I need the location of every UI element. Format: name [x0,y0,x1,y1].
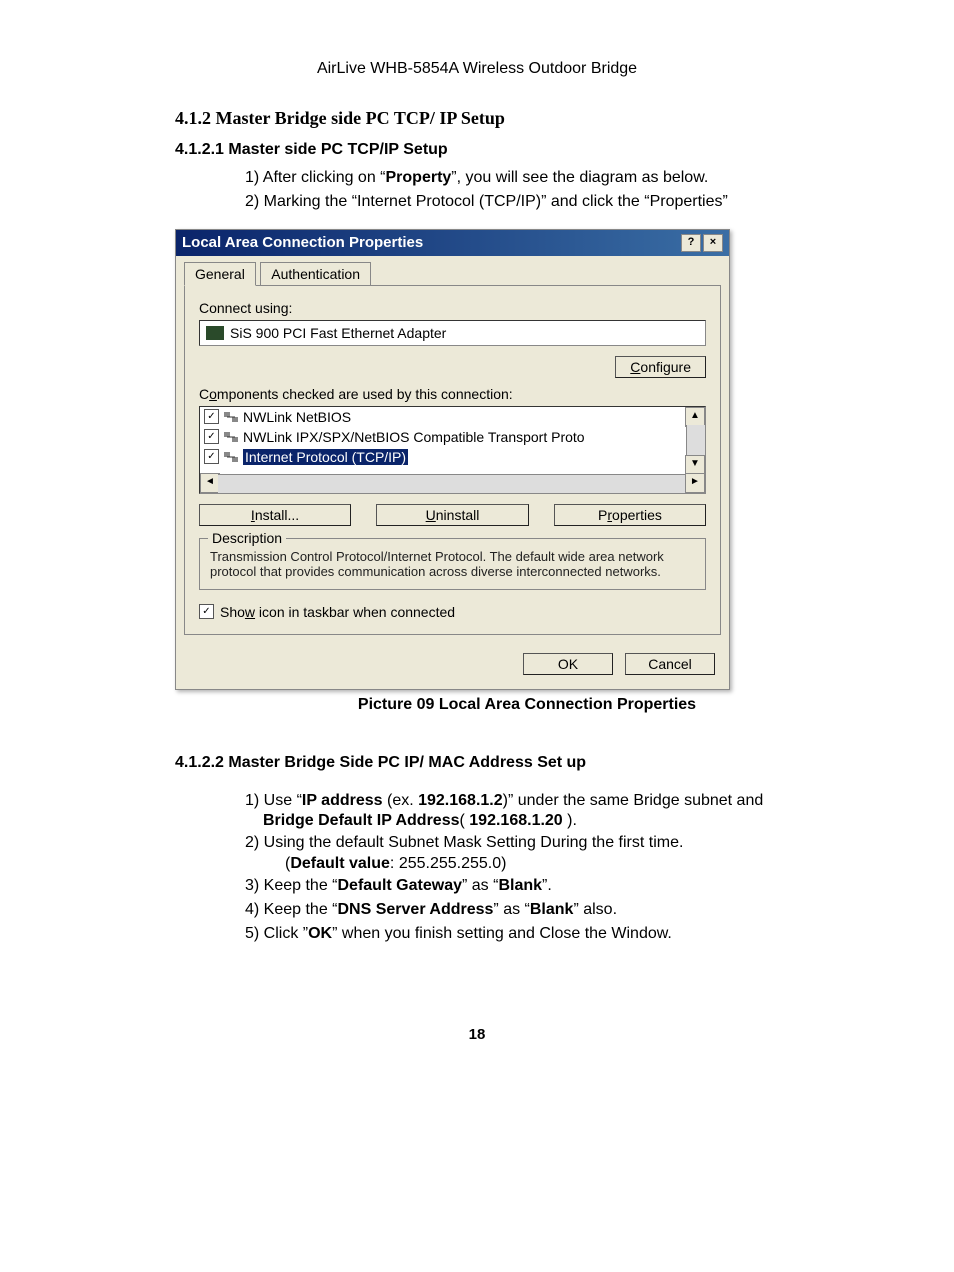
instruction-1-line2: Bridge Default IP Address( 192.168.1.20 … [263,812,874,830]
s1-bold3: Bridge Default IP Address [263,812,460,829]
s3-c: ”. [542,877,552,894]
dialog-screenshot: Local Area Connection Properties ? × Gen… [175,229,728,690]
configure-label: onfigure [640,359,691,375]
s2-bold: Default value [290,855,390,872]
protocol-icon [223,410,239,424]
connect-using-label: Connect using: [199,300,706,316]
s5-b: ” when you finish setting and Close the … [332,925,672,942]
s1-text-c: )” under the same Bridge subnet and [503,792,764,809]
step-2: 2) Marking the “Internet Protocol (TCP/I… [245,191,874,213]
uninstall-button[interactable]: Uninstall [376,504,528,526]
tabs-bar: General Authentication [176,256,729,286]
s1-text-a: 1) Use “ [245,792,302,809]
checkbox-icon[interactable]: ✓ [204,409,219,424]
instruction-2-line2: (Default value: 255.255.255.0) [285,855,874,873]
s4-c: ” also. [573,901,617,918]
dialog-window: Local Area Connection Properties ? × Gen… [175,229,730,690]
description-legend: Description [208,530,286,546]
window-title: Local Area Connection Properties [182,234,423,251]
s4-bold2: Blank [530,901,574,918]
instruction-4: 4) Keep the “DNS Server Address” as “Bla… [245,899,874,921]
s3-a: 3) Keep the “ [245,877,338,894]
component-buttons-row: Install... Uninstall Properties [199,504,706,526]
protocol-icon [223,450,239,464]
protocol-icon [223,430,239,444]
checkbox-icon[interactable]: ✓ [204,449,219,464]
description-groupbox: Description Transmission Control Protoco… [199,538,706,590]
step1-text-a: 1) After clicking on “ [245,169,386,186]
s3-bold1: Default Gateway [338,877,462,894]
s4-bold1: DNS Server Address [338,901,494,918]
adapter-box: SiS 900 PCI Fast Ethernet Adapter [199,320,706,346]
instruction-1: 1) Use “IP address (ex. 192.168.1.2)” un… [245,790,874,812]
scroll-track-vertical[interactable] [686,425,705,457]
help-button[interactable]: ? [681,234,701,252]
components-listbox[interactable]: ✓ NWLink NetBIOS ✓ NWLink IPX/SPX/NetBIO… [199,406,706,494]
component-label-2: NWLink IPX/SPX/NetBIOS Compatible Transp… [243,429,585,445]
component-nwlink-ipx[interactable]: ✓ NWLink IPX/SPX/NetBIOS Compatible Tran… [200,427,685,447]
figure-caption: Picture 09 Local Area Connection Propert… [100,696,954,714]
dialog-footer: OK Cancel [176,643,729,689]
instruction-2: 2) Using the default Subnet Mask Setting… [245,832,874,854]
ok-button[interactable]: OK [523,653,613,675]
component-label-3: Internet Protocol (TCP/IP) [243,449,408,465]
configure-button[interactable]: Configure [615,356,706,378]
s4-a: 4) Keep the “ [245,901,338,918]
step-1: 1) After clicking on “Property”, you wil… [245,167,874,189]
s3-b: ” as “ [462,877,498,894]
component-label-1: NWLink NetBIOS [243,409,351,425]
s5-bold: OK [308,925,332,942]
scroll-track-horizontal[interactable] [218,474,687,493]
scroll-right-button[interactable]: ► [685,473,705,493]
window-buttons: ? × [681,234,723,252]
sub-heading-4122: 4.1.2.2 Master Bridge Side PC IP/ MAC Ad… [175,754,954,772]
section-heading-412: 4.1.2 Master Bridge side PC TCP/ IP Setu… [175,108,954,129]
components-label: Components checked are used by this conn… [199,386,706,402]
show-icon-row: ✓ Show icon in taskbar when connected [199,604,706,620]
s1-text-b: (ex. [383,792,419,809]
s5-a: 5) Click ” [245,925,308,942]
install-button[interactable]: Install... [199,504,351,526]
s1-bold2: 192.168.1.2 [418,792,503,809]
s1-text-d: ( [460,812,470,829]
instruction-3: 3) Keep the “Default Gateway” as “Blank”… [245,875,874,897]
component-tcpip[interactable]: ✓ Internet Protocol (TCP/IP) [200,447,685,467]
s3-bold2: Blank [498,877,542,894]
s1-text-e: ). [563,812,577,829]
component-nwlink-netbios[interactable]: ✓ NWLink NetBIOS [200,407,685,427]
step1-bold: Property [386,169,452,186]
s4-b: ” as “ [493,901,529,918]
scroll-up-button[interactable]: ▲ [685,407,705,427]
page-number: 18 [0,1026,954,1043]
step1-text-b: ”, you will see the diagram as below. [451,169,708,186]
instruction-5: 5) Click ”OK” when you finish setting an… [245,923,874,945]
close-button[interactable]: × [703,234,723,252]
cancel-button[interactable]: Cancel [625,653,715,675]
properties-button[interactable]: Properties [554,504,706,526]
nic-icon [206,326,224,340]
s1-bold1: IP address [302,792,383,809]
tab-body: Connect using: SiS 900 PCI Fast Ethernet… [184,285,721,635]
s2-val: : 255.255.255.0) [390,855,507,872]
adapter-name: SiS 900 PCI Fast Ethernet Adapter [230,325,446,341]
description-text: Transmission Control Protocol/Internet P… [210,549,695,579]
scroll-down-button[interactable]: ▼ [685,455,705,475]
s1-bold4: 192.168.1.20 [469,812,562,829]
show-icon-label: Show icon in taskbar when connected [220,604,455,620]
page-header: AirLive WHB-5854A Wireless Outdoor Bridg… [0,60,954,78]
scroll-left-button[interactable]: ◄ [200,473,220,493]
tab-general[interactable]: General [184,262,256,286]
show-icon-checkbox[interactable]: ✓ [199,604,214,619]
sub-heading-4121: 4.1.2.1 Master side PC TCP/IP Setup [175,141,954,159]
tab-authentication[interactable]: Authentication [260,262,371,285]
checkbox-icon[interactable]: ✓ [204,429,219,444]
title-bar: Local Area Connection Properties ? × [176,230,729,256]
